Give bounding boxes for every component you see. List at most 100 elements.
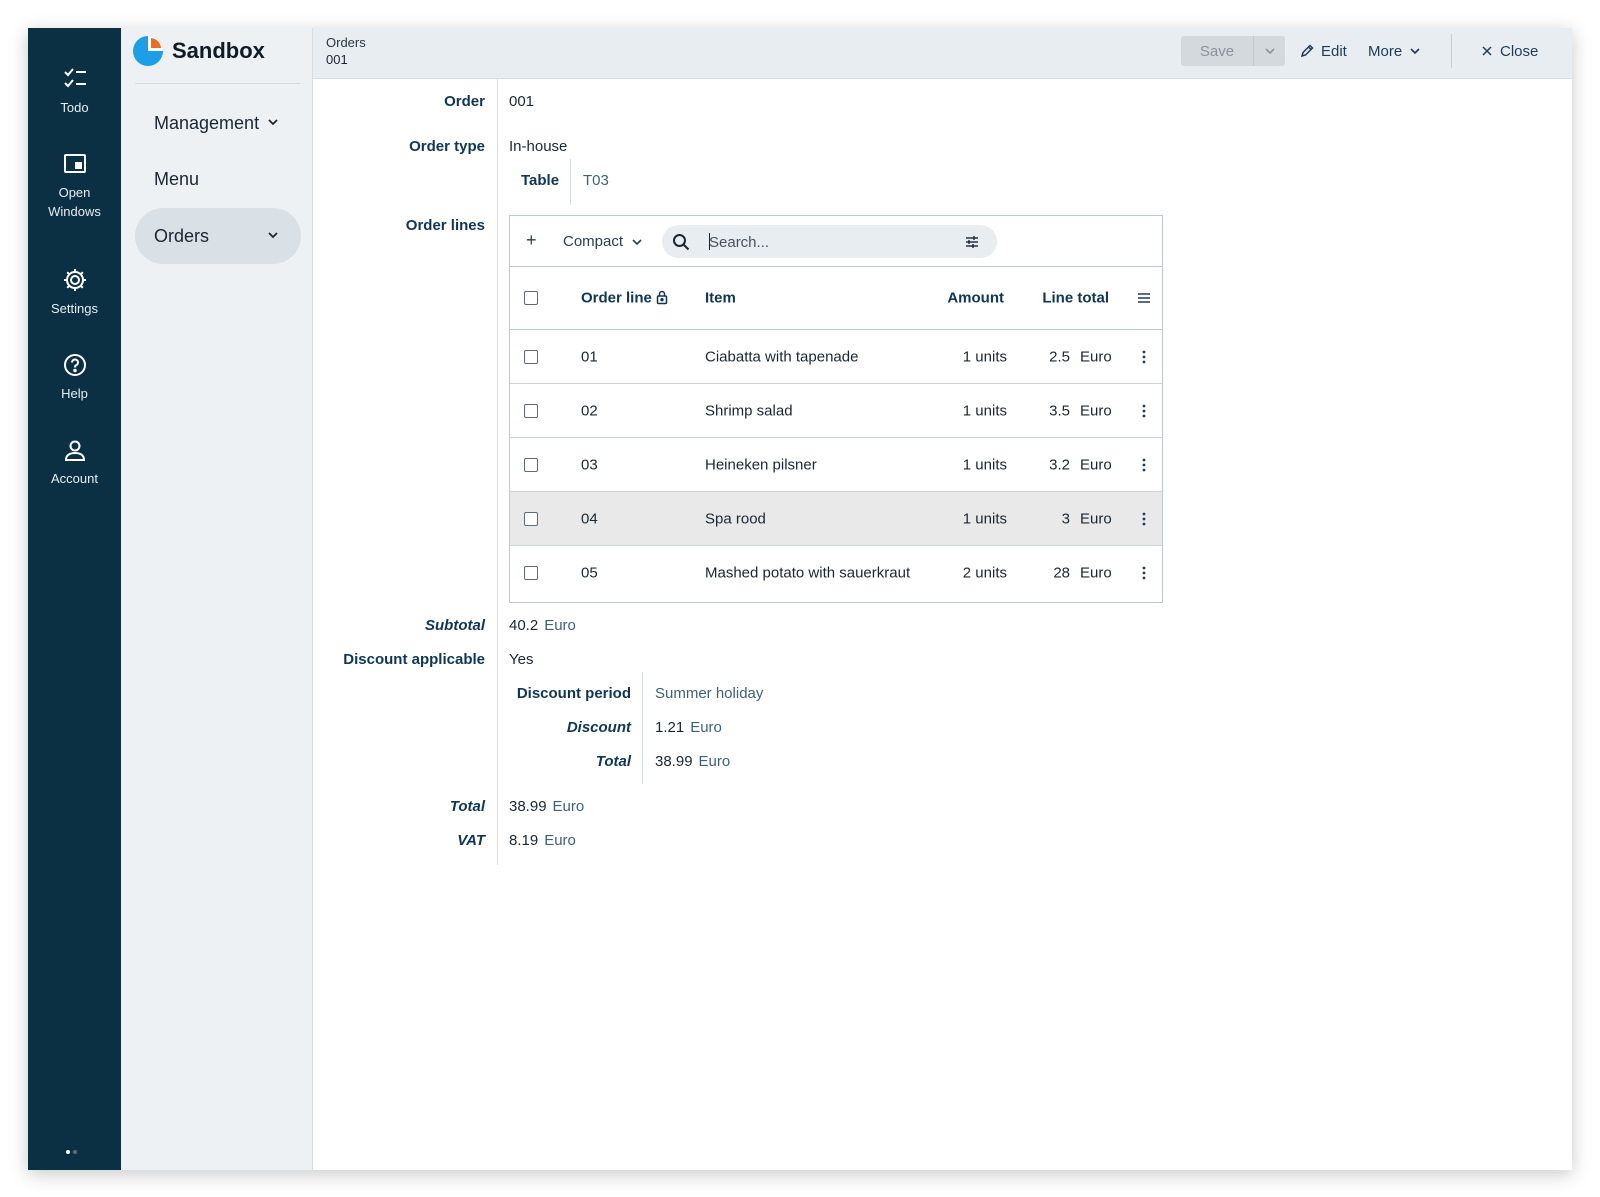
- order-line-unit: Euro: [1080, 564, 1112, 582]
- subtotal-unit: Euro: [544, 617, 576, 634]
- nav-item-label: Menu: [154, 168, 200, 189]
- nav-item-orders[interactable]: Orders: [135, 208, 301, 264]
- order-line-unit: Euro: [1080, 456, 1112, 473]
- row-actions-icon[interactable]: [1142, 350, 1146, 364]
- total-field: 38.99 Euro: [509, 798, 584, 815]
- row-checkbox[interactable]: [524, 403, 538, 418]
- nav-item-label: Management: [154, 112, 260, 133]
- row-checkbox[interactable]: [524, 457, 538, 472]
- select-all-checkbox[interactable]: [524, 291, 538, 305]
- vat-field: 8.19 Euro: [509, 832, 576, 849]
- close-button[interactable]: Close: [1481, 36, 1538, 66]
- order-line-number: 03: [581, 456, 598, 473]
- row-checkbox[interactable]: [524, 566, 538, 580]
- subtotal-value: 40.2: [509, 617, 539, 634]
- row-actions-icon[interactable]: [1142, 566, 1146, 580]
- order-label: Order: [444, 93, 485, 110]
- form-divider: [497, 79, 498, 865]
- table-row[interactable]: 01 Ciabatta with tapenade 1 units 2.5 Eu…: [510, 330, 1162, 384]
- nav-item-management[interactable]: Management: [135, 95, 301, 151]
- lock-icon: [656, 290, 668, 305]
- row-actions-icon[interactable]: [1142, 404, 1146, 418]
- table-row[interactable]: 04 Spa rood 1 units 3 Euro: [510, 492, 1162, 546]
- filter-settings-icon[interactable]: [965, 235, 979, 249]
- more-button[interactable]: More: [1368, 36, 1421, 66]
- order-line-number: 01: [581, 348, 598, 365]
- table-label: Table: [521, 172, 560, 189]
- table-row[interactable]: 03 Heineken pilsner 1 units 3.2 Euro: [510, 438, 1162, 492]
- order-line-item: Ciabatta with tapenade: [705, 348, 859, 365]
- todo-checklist-icon: [63, 68, 86, 88]
- chevron-down-icon: [268, 232, 278, 239]
- rail-item-todo[interactable]: Todo: [28, 66, 121, 117]
- save-button[interactable]: Save: [1181, 36, 1253, 66]
- discount-period-value[interactable]: Summer holiday: [655, 685, 763, 702]
- chevron-down-icon: [1264, 48, 1275, 55]
- order-line-number: 02: [581, 402, 598, 419]
- order-line-item: Spa rood: [705, 510, 766, 527]
- discount-total-label: Total: [595, 753, 631, 770]
- column-header-amount[interactable]: Amount: [947, 290, 1004, 307]
- order-line-total: 28: [1053, 564, 1070, 582]
- discount-applicable-value: Yes: [509, 651, 534, 668]
- vat-unit: Euro: [544, 832, 576, 849]
- rail-item-settings[interactable]: Settings: [28, 267, 121, 318]
- table-row[interactable]: 02 Shrimp salad 1 units 3.5 Euro: [510, 384, 1162, 438]
- table-row[interactable]: 05 Mashed potato with sauerkraut 2 units…: [510, 546, 1162, 600]
- total-label: Total: [449, 798, 485, 815]
- brand: Sandbox: [132, 35, 265, 67]
- save-options-button[interactable]: [1253, 36, 1285, 66]
- rail-item-help[interactable]: Help: [28, 352, 121, 403]
- discount-divider: [642, 672, 643, 784]
- main-content: Orders 001 Save Edit More Close Order 00…: [313, 28, 1572, 1170]
- vat-label: VAT: [457, 832, 485, 849]
- edit-button[interactable]: Edit: [1300, 36, 1347, 66]
- rail-item-open-windows[interactable]: Open Windows: [28, 151, 121, 221]
- discount-total-unit: Euro: [698, 753, 731, 770]
- order-line-item: Shrimp salad: [705, 402, 793, 419]
- row-checkbox[interactable]: [524, 511, 538, 526]
- nav-item-menu[interactable]: Menu: [135, 151, 301, 207]
- table-toolbar: + Compact: [510, 216, 1162, 267]
- navigation-panel: Sandbox Management Menu Orders: [121, 28, 313, 1170]
- row-actions-icon[interactable]: [1142, 458, 1146, 472]
- header-bar: Orders 001 Save Edit More Close: [313, 28, 1572, 79]
- total-value: 38.99: [509, 798, 547, 815]
- add-line-button[interactable]: +: [526, 230, 537, 251]
- breadcrumb-parent[interactable]: Orders: [326, 35, 366, 50]
- close-icon: [1482, 46, 1492, 56]
- discount-total-value: 38.99: [655, 753, 693, 770]
- column-header-item[interactable]: Item: [705, 290, 736, 307]
- order-line-total: 3.5: [1049, 402, 1070, 419]
- search-icon: [673, 234, 690, 251]
- subtotal-field: 40.2 Euro: [509, 617, 576, 634]
- order-value: 001: [509, 93, 535, 110]
- order-type-label: Order type: [409, 138, 485, 155]
- discount-applicable-label: Discount applicable: [343, 651, 485, 668]
- rail-item-label: Todo: [60, 100, 89, 115]
- search-box: [662, 225, 997, 258]
- window-icon: [63, 154, 86, 173]
- order-line-amount: 1 units: [962, 456, 1007, 473]
- discount-field: 1.21 Euro: [655, 719, 722, 736]
- edit-label: Edit: [1321, 42, 1347, 60]
- row-checkbox[interactable]: [524, 349, 538, 364]
- table-divider: [570, 159, 571, 205]
- toolbar-divider: [1451, 34, 1452, 68]
- table-value[interactable]: T03: [583, 172, 609, 189]
- discount-total-field: 38.99 Euro: [655, 753, 730, 770]
- discount-period-label: Discount period: [516, 685, 631, 702]
- view-density-select[interactable]: Compact: [563, 233, 643, 250]
- row-actions-icon[interactable]: [1142, 512, 1146, 526]
- column-header-order-line[interactable]: Order line: [581, 290, 668, 307]
- order-line-unit: Euro: [1080, 510, 1112, 527]
- column-menu-icon[interactable]: [1137, 292, 1151, 304]
- order-line-item: Mashed potato with sauerkraut: [705, 564, 911, 582]
- nav-item-label: Orders: [154, 225, 210, 246]
- search-input[interactable]: [709, 231, 949, 253]
- column-header-line-total[interactable]: Line total: [1042, 290, 1109, 307]
- total-unit: Euro: [552, 798, 585, 815]
- column-header-label: Order line: [581, 289, 652, 307]
- rail-item-account[interactable]: Account: [28, 437, 121, 488]
- order-line-unit: Euro: [1080, 348, 1112, 365]
